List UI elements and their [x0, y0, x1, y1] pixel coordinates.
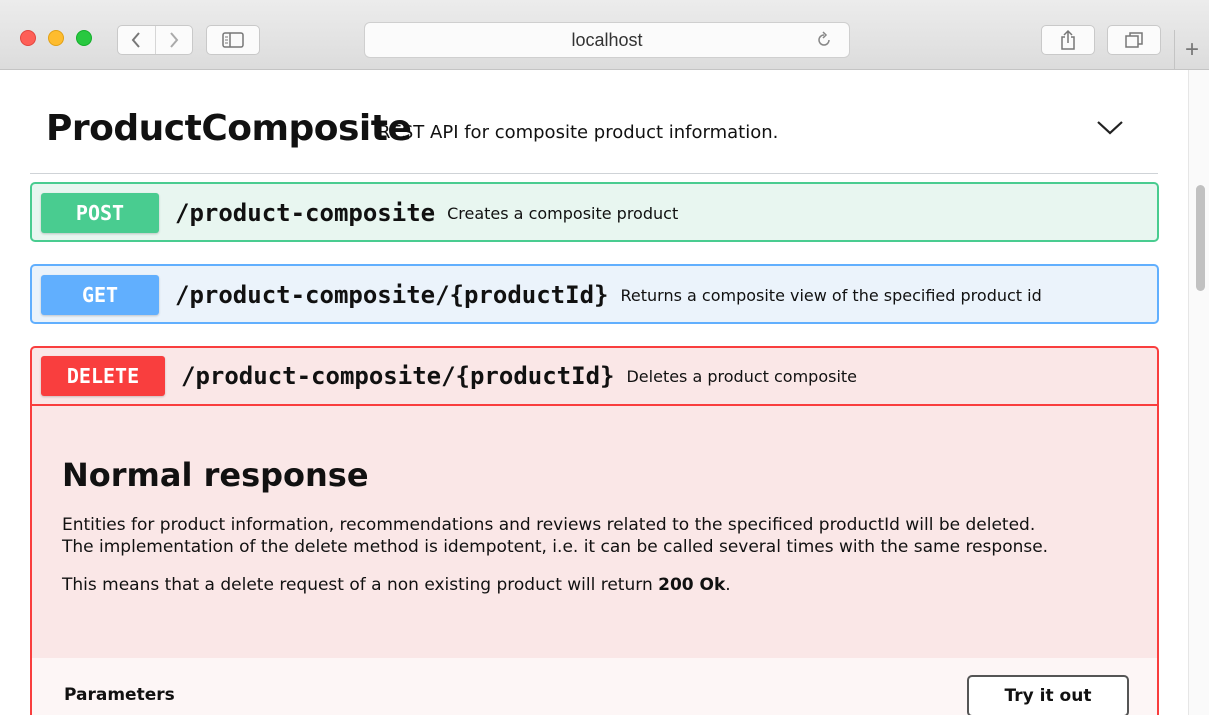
address-text: localhost [571, 29, 643, 50]
method-badge-get: GET [41, 275, 159, 315]
back-button[interactable] [118, 26, 155, 54]
operation-summary[interactable]: GET /product-composite/{productId} Retur… [32, 266, 1157, 324]
sidebar-icon [222, 32, 244, 48]
operation-summary[interactable]: POST /product-composite Creates a compos… [32, 184, 1157, 242]
operation-description: Returns a composite view of the specifie… [620, 285, 1042, 305]
tabs-icon [1125, 32, 1143, 48]
new-tab-button[interactable]: + [1174, 30, 1209, 70]
description-paragraph: This means that a delete request of a no… [62, 574, 1127, 596]
share-button[interactable] [1041, 25, 1095, 55]
share-icon [1061, 29, 1075, 50]
method-badge-post: POST [41, 193, 159, 233]
operation-post-product-composite[interactable]: POST /product-composite Creates a compos… [30, 182, 1159, 242]
description-paragraph: Entities for product information, recomm… [62, 514, 1127, 558]
description-line: Entities for product information, recomm… [62, 515, 1036, 535]
status-code-text: 200 Ok [658, 575, 726, 595]
chevron-right-icon [169, 32, 179, 48]
operation-path: /product-composite/{productId} [175, 281, 609, 309]
operation-path: /product-composite [175, 199, 436, 227]
forward-button[interactable] [154, 26, 193, 54]
reload-icon[interactable] [815, 31, 833, 49]
method-badge-delete: DELETE [41, 356, 165, 396]
address-bar[interactable]: localhost [364, 22, 850, 58]
scrollbar-thumb[interactable] [1196, 185, 1205, 291]
description-text: This means that a delete request of a no… [62, 575, 659, 595]
close-window-button[interactable] [20, 30, 36, 46]
vertical-scrollbar[interactable] [1188, 70, 1209, 715]
operation-path: /product-composite/{productId} [181, 362, 615, 390]
operation-delete-product-composite: DELETE /product-composite/{productId} De… [30, 346, 1159, 715]
try-it-out-button[interactable]: Try it out [967, 675, 1129, 715]
sidebar-toggle-button[interactable] [206, 25, 260, 55]
minimize-window-button[interactable] [48, 30, 64, 46]
show-tabs-button[interactable] [1107, 25, 1161, 55]
operation-summary[interactable]: DELETE /product-composite/{productId} De… [32, 348, 1157, 406]
parameters-title: Parameters [64, 685, 175, 705]
operation-description: Deletes a product composite [626, 366, 858, 386]
plus-icon: + [1184, 36, 1199, 63]
description-heading: Normal response [62, 456, 369, 494]
browser-toolbar: localhost + [0, 0, 1209, 70]
description-text: . [725, 575, 731, 595]
zoom-window-button[interactable] [76, 30, 92, 46]
description-line: The implementation of the delete method … [62, 537, 1049, 557]
chevron-down-icon[interactable] [1094, 114, 1126, 140]
operation-description-body: Normal response Entities for product inf… [32, 406, 1157, 596]
page-content: ProductComposite REST API for composite … [0, 70, 1188, 715]
tag-description: REST API for composite product informati… [378, 122, 779, 143]
operation-get-product-composite[interactable]: GET /product-composite/{productId} Retur… [30, 264, 1159, 324]
tag-section-header[interactable]: ProductComposite REST API for composite … [30, 102, 1158, 174]
navigation-buttons [117, 25, 193, 55]
tag-title: ProductComposite [46, 108, 412, 149]
chevron-left-icon [131, 32, 141, 48]
parameters-section-header: Parameters Try it out [32, 658, 1157, 715]
operation-description: Creates a composite product [447, 203, 679, 223]
